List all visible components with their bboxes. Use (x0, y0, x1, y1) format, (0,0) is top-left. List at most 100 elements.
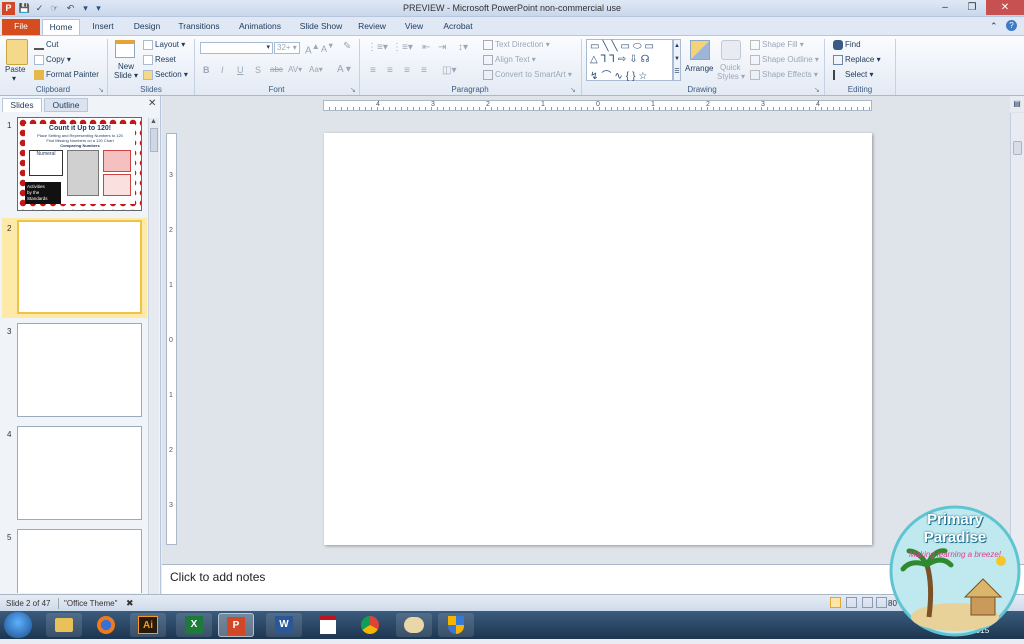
shapes-gallery[interactable]: ▭╲╲▭⬭▭ △⅂⅂⇨⇩☊ ↯⌒∿{}☆ (586, 39, 673, 82)
increase-indent-icon[interactable]: ⇥ (438, 42, 446, 53)
shape-effects-button[interactable]: Shape Effects ▾ (750, 70, 818, 80)
columns-icon[interactable]: ◫▾ (442, 65, 456, 76)
tab-design[interactable]: Design (126, 19, 168, 35)
change-case-button[interactable]: Aa▾ (309, 65, 323, 74)
slide-thumbnail-4[interactable] (17, 426, 142, 520)
pane-scroll-thumb[interactable] (150, 128, 158, 152)
layout-button[interactable]: Layout ▾ (143, 40, 185, 50)
copy-button[interactable]: Copy ▾ (34, 55, 71, 65)
grow-font-icon[interactable]: A▲ (305, 41, 320, 56)
tab-acrobat[interactable]: Acrobat (436, 19, 480, 35)
vertical-scrollbar[interactable] (1010, 113, 1024, 564)
justify-icon[interactable]: ≡ (421, 65, 427, 76)
format-painter-button[interactable]: Format Painter (34, 70, 99, 80)
slide-thumbnail-5[interactable] (17, 529, 142, 593)
numbering-icon[interactable]: ⋮≡▾ (392, 42, 413, 53)
scroll-up-icon[interactable]: ▲ (150, 118, 157, 125)
underline-button[interactable]: U (237, 65, 244, 75)
strikethrough-button[interactable]: abc (270, 65, 283, 74)
tab-insert[interactable]: Insert (84, 19, 122, 35)
align-right-icon[interactable]: ≡ (404, 65, 410, 76)
convert-smartart-button[interactable]: Convert to SmartArt ▾ (483, 70, 572, 80)
tab-transitions[interactable]: Transitions (172, 19, 226, 35)
spellcheck-status-icon[interactable]: ✖ (126, 598, 134, 609)
quick-styles-label-1[interactable]: Quick (720, 63, 740, 72)
slideshow-view-icon[interactable] (876, 597, 887, 608)
new-slide-label-1[interactable]: New (118, 62, 134, 71)
paint-taskbar-icon[interactable] (396, 613, 432, 637)
decrease-indent-icon[interactable]: ⇤ (422, 42, 430, 53)
close-pane-icon[interactable]: ✕ (148, 98, 156, 109)
font-name-dropdown-icon[interactable]: ▾ (266, 43, 270, 51)
acrobat-taskbar-icon[interactable] (310, 613, 346, 637)
close-icon[interactable]: ✕ (986, 0, 1024, 15)
illustrator-taskbar-icon[interactable]: Ai (130, 613, 166, 637)
bullets-icon[interactable]: ⋮≡▾ (367, 42, 388, 53)
slide-thumbnail-3[interactable] (17, 323, 142, 417)
restore-icon[interactable]: ❐ (959, 0, 985, 15)
pane-scrollbar[interactable]: ▲ (148, 118, 159, 610)
tab-slides[interactable]: Slides (2, 98, 42, 112)
font-name-combo[interactable]: ▾ (200, 42, 273, 54)
tab-file[interactable]: File (2, 19, 40, 35)
select-button[interactable]: Select ▾ (833, 70, 873, 80)
font-launcher-icon[interactable]: ↘ (350, 86, 356, 94)
tab-home[interactable]: Home (42, 19, 80, 35)
font-size-combo[interactable]: 32+ ▾ (274, 42, 300, 54)
font-color-button[interactable]: A ▾ (337, 64, 351, 75)
tab-animations[interactable]: Animations (232, 19, 288, 35)
word-taskbar-icon[interactable]: W (266, 613, 302, 637)
paste-dropdown-icon[interactable]: ▾ (12, 74, 16, 83)
character-spacing-button[interactable]: AV▾ (288, 65, 302, 74)
new-slide-icon[interactable] (115, 40, 135, 58)
paste-icon[interactable] (6, 39, 28, 65)
section-button[interactable]: Section ▾ (143, 70, 188, 80)
tab-view[interactable]: View (396, 19, 432, 35)
paste-button[interactable]: Paste (5, 65, 25, 74)
reading-view-icon[interactable] (862, 597, 873, 608)
minimize-ribbon-icon[interactable]: ⌃ (990, 21, 998, 32)
find-button[interactable]: Find (833, 40, 861, 50)
text-direction-button[interactable]: Text Direction ▾ (483, 40, 550, 50)
ruler-toggle-icon[interactable]: ▤ (1010, 96, 1024, 112)
align-text-button[interactable]: Align Text ▾ (483, 55, 536, 65)
chrome-taskbar-icon[interactable] (352, 613, 388, 637)
slide-thumbnail-1[interactable]: Count it Up to 120! Place Setting and Re… (17, 117, 142, 211)
firefox-taskbar-icon[interactable] (88, 613, 124, 637)
slide-canvas[interactable] (324, 133, 872, 545)
clipboard-launcher-icon[interactable]: ↘ (98, 86, 104, 94)
scroll-thumb[interactable] (1013, 141, 1022, 155)
slide-thumbnail-2[interactable] (17, 220, 142, 314)
start-button[interactable] (4, 612, 32, 638)
excel-taskbar-icon[interactable]: X (176, 613, 212, 637)
horizontal-ruler[interactable]: 4 3 2 1 0 1 2 3 4 (323, 100, 872, 111)
reset-button[interactable]: Reset (143, 55, 176, 65)
vertical-ruler[interactable]: 3 2 1 0 1 2 3 (166, 133, 177, 545)
minimize-icon[interactable]: – (932, 0, 958, 15)
quick-styles-button[interactable]: Styles ▾ (717, 72, 745, 81)
replace-button[interactable]: Replace ▾ (833, 55, 881, 65)
theme-name[interactable]: "Office Theme" (64, 599, 117, 608)
arrange-button[interactable]: Arrange (685, 64, 713, 73)
line-spacing-icon[interactable]: ↕▾ (458, 42, 468, 53)
tab-review[interactable]: Review (352, 19, 392, 35)
drawing-launcher-icon[interactable]: ↘ (814, 86, 820, 94)
tab-slide-show[interactable]: Slide Show (294, 19, 348, 35)
powerpoint-taskbar-icon[interactable]: P (218, 613, 254, 637)
explorer-taskbar-icon[interactable] (46, 613, 82, 637)
shrink-font-icon[interactable]: A▼ (321, 41, 334, 54)
quick-styles-icon[interactable] (721, 40, 741, 60)
italic-button[interactable]: I (221, 65, 224, 75)
shape-outline-button[interactable]: Shape Outline ▾ (750, 55, 819, 65)
new-slide-button[interactable]: Slide ▾ (114, 71, 138, 80)
text-shadow-button[interactable]: S (255, 65, 261, 75)
bold-button[interactable]: B (203, 65, 210, 75)
shape-fill-button[interactable]: Shape Fill ▾ (750, 40, 804, 50)
security-shield-taskbar-icon[interactable] (438, 613, 474, 637)
align-left-icon[interactable]: ≡ (370, 65, 376, 76)
shapes-gallery-scroll[interactable]: ▲ ▼ ☰ (673, 39, 681, 81)
notes-placeholder[interactable]: Click to add notes (170, 570, 265, 584)
help-icon[interactable]: ? (1006, 20, 1017, 31)
paragraph-launcher-icon[interactable]: ↘ (570, 86, 576, 94)
arrange-icon[interactable] (690, 40, 710, 60)
